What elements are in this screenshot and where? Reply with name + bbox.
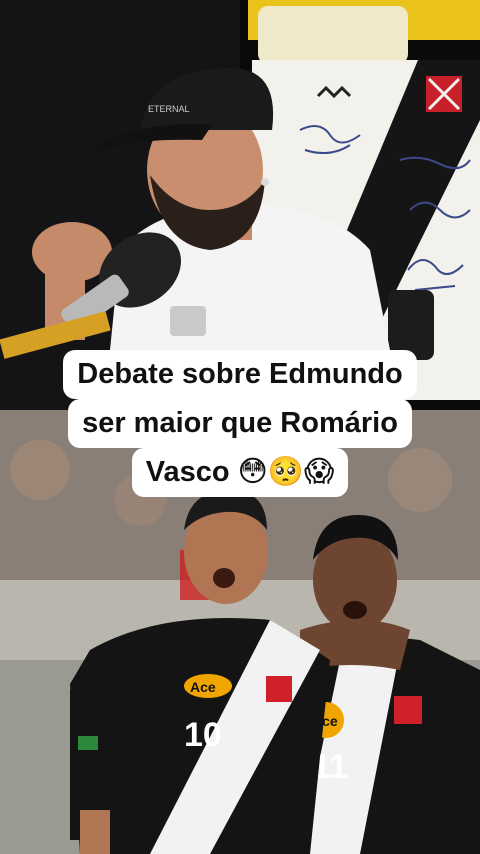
podcast-photo: ETERNAL (0, 0, 480, 410)
boots (258, 6, 408, 64)
brazil-flag-icon (78, 736, 98, 750)
caption-line-2: ser maior que Romário (68, 399, 412, 448)
vasco-cross-icon (266, 676, 292, 702)
caption-line-1: Debate sobre Edmundo (63, 350, 417, 399)
vasco-cross-icon (394, 696, 422, 724)
watch (170, 306, 206, 336)
cap-logo-text: ETERNAL (148, 104, 190, 114)
earring (261, 178, 269, 186)
caption-line-3: Vasco 😳🥺😱 (131, 448, 349, 497)
video-caption: Debate sobre Edmundo ser maior que Romár… (0, 350, 480, 497)
sponsor-text-left: Ace (190, 679, 216, 695)
number-10: 10 (184, 716, 222, 754)
podcast-scene: ETERNAL (0, 0, 480, 410)
